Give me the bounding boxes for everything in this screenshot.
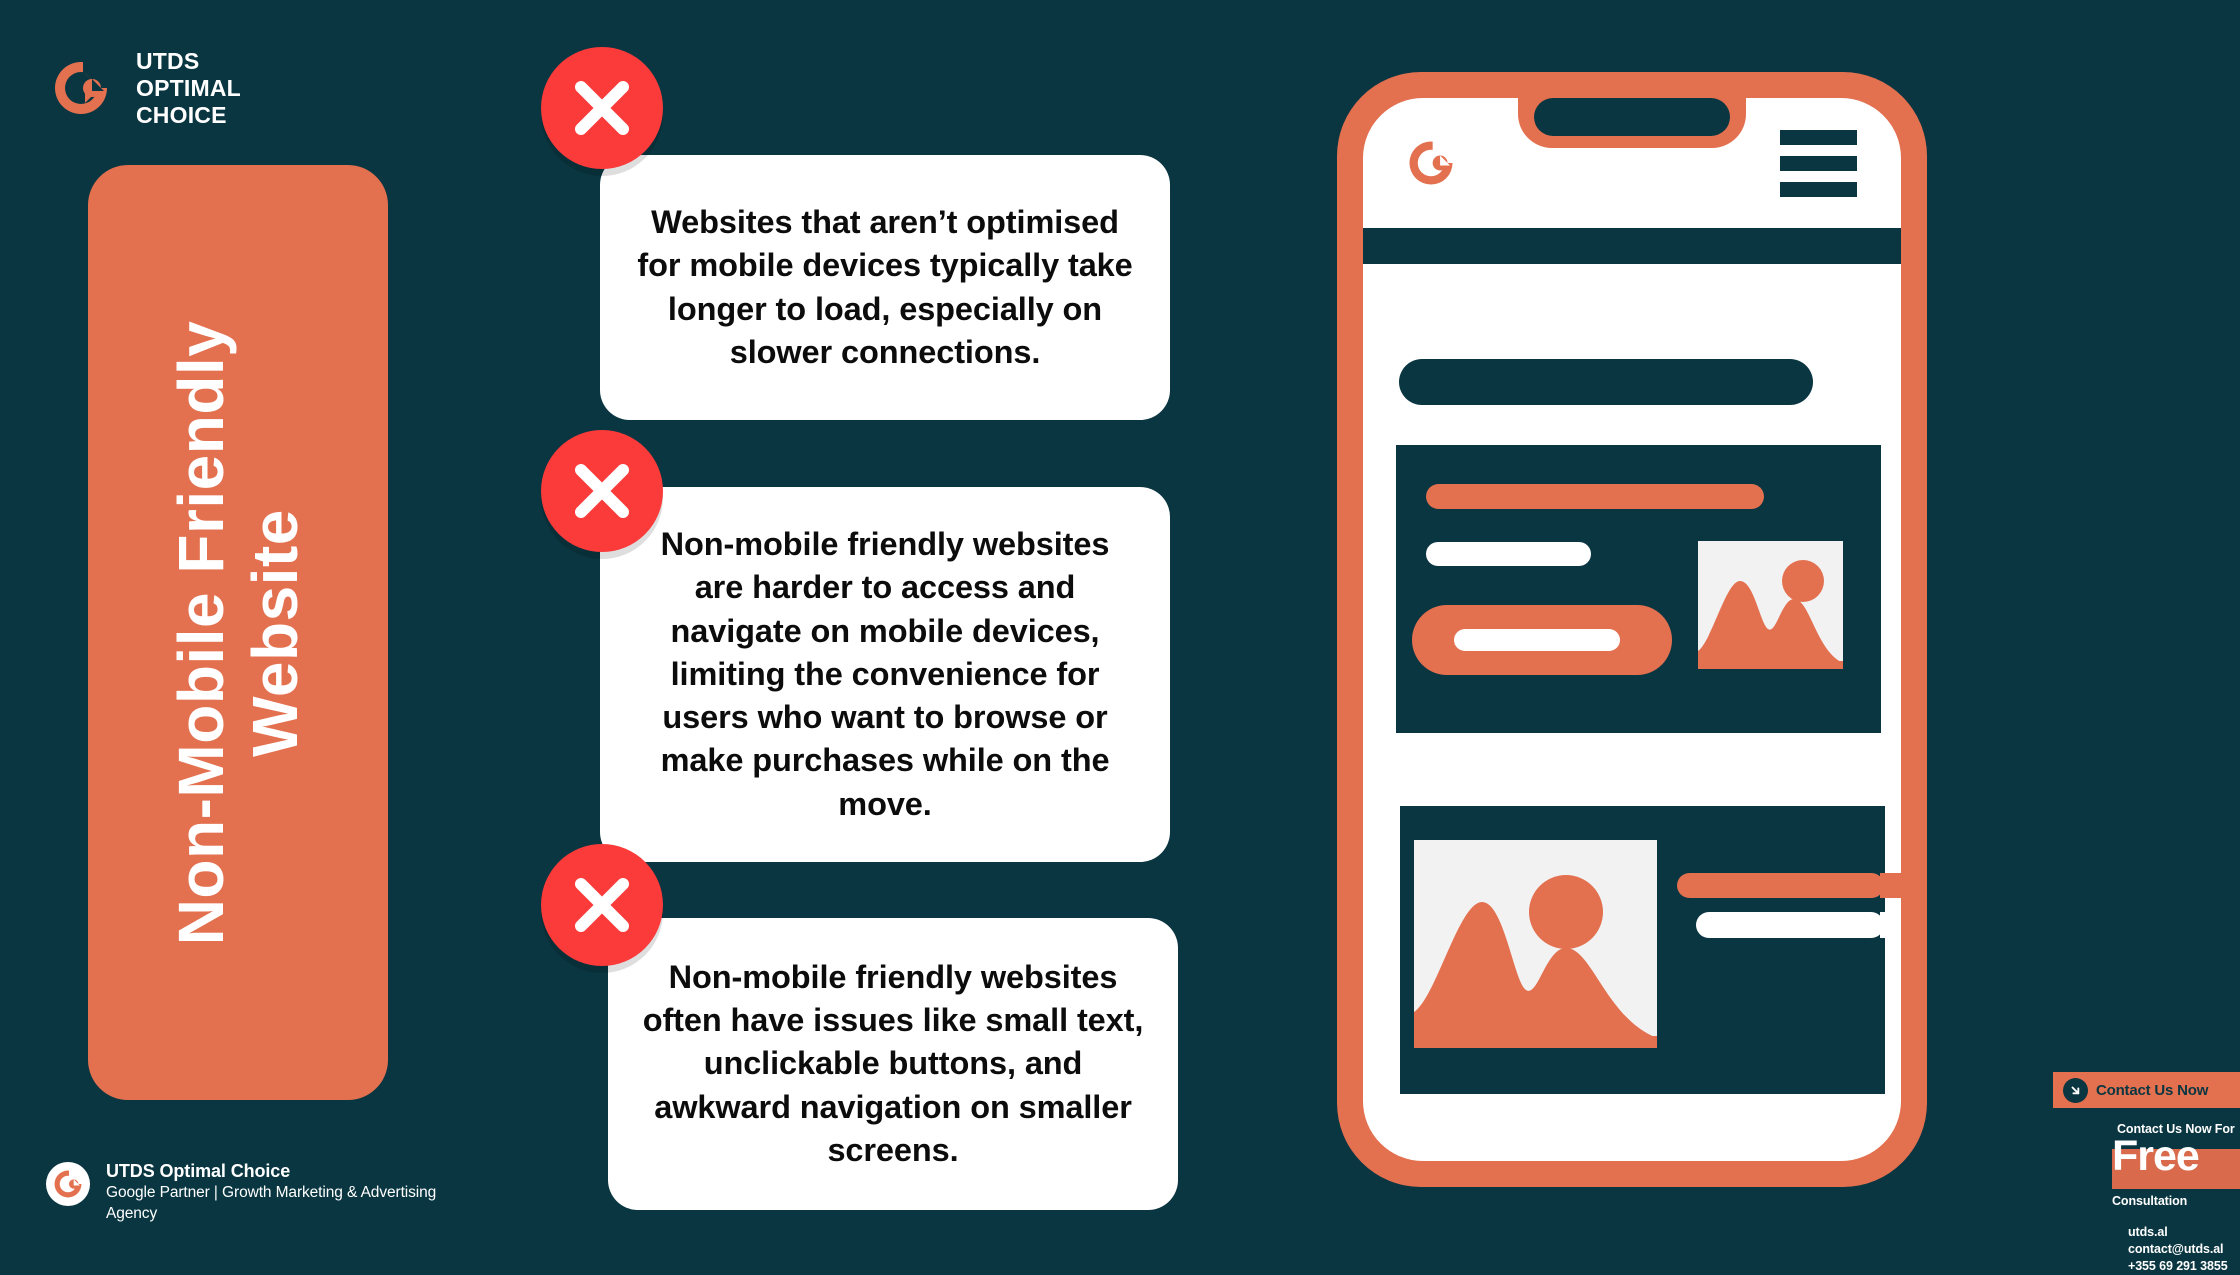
cta-button-label: Contact Us Now <box>2096 1081 2209 1099</box>
callout-text: Non-mobile friendly websites are harder … <box>660 526 1110 822</box>
phone-notch <box>1518 98 1746 148</box>
callout-text: Non-mobile friendly websites often have … <box>642 958 1144 1168</box>
phone-content <box>1363 264 1901 1161</box>
card-subtitle-placeholder <box>1426 542 1591 566</box>
card-title-overflow-bar <box>1880 873 1901 898</box>
card-subtitle-overflow-bar <box>1880 912 1901 938</box>
cta-free-wrap: Free <box>2112 1132 2240 1189</box>
phone-screen <box>1363 98 1901 1161</box>
brand-name: UTDS OPTIMAL CHOICE <box>136 48 241 128</box>
hamburger-line <box>1780 129 1857 145</box>
contact-us-now-button[interactable]: Contact Us Now <box>2053 1072 2240 1108</box>
vertical-title-panel: Non-Mobile Friendly Website <box>88 165 388 1100</box>
footer-lockup: UTDS Optimal Choice Google Partner | Gro… <box>46 1160 446 1225</box>
callout-bubble: Websites that aren’t optimised for mobil… <box>600 155 1170 420</box>
utds-c-logo-icon <box>52 59 110 117</box>
content-card[interactable] <box>1396 445 1881 733</box>
utds-c-logo-icon <box>1407 139 1455 187</box>
page-title: Non-Mobile Friendly Website <box>164 320 311 945</box>
card-cta-button[interactable] <box>1412 605 1672 675</box>
hamburger-menu-icon[interactable] <box>1780 129 1857 197</box>
image-placeholder-icon <box>1698 541 1843 669</box>
phone-nav-bar <box>1363 228 1901 264</box>
hamburger-line <box>1780 155 1857 171</box>
card-title-placeholder <box>1426 484 1764 509</box>
content-card[interactable] <box>1400 806 1885 1094</box>
image-placeholder-icon <box>1414 840 1657 1048</box>
card-cta-label-placeholder <box>1454 629 1620 651</box>
cta-contact-details[interactable]: utds.al contact@utds.al +355 69 291 3855 <box>2128 1224 2228 1275</box>
callout-text: Websites that aren’t optimised for mobil… <box>637 204 1133 370</box>
arrow-down-right-icon <box>2063 1077 2088 1103</box>
footer-tagline: Google Partner | Growth Marketing & Adve… <box>106 1184 437 1223</box>
red-x-circle-icon <box>541 844 663 966</box>
footer-text: UTDS Optimal Choice Google Partner | Gro… <box>106 1160 446 1225</box>
footer-company-name: UTDS Optimal Choice <box>106 1161 291 1181</box>
callout-bubble: Non-mobile friendly websites often have … <box>608 918 1178 1210</box>
vertical-title-wrap: Non-Mobile Friendly Website <box>164 168 312 1098</box>
card-title-placeholder <box>1677 873 1884 898</box>
cta-highlight-word: Free <box>2112 1132 2200 1180</box>
hero-placeholder-bar <box>1399 359 1813 405</box>
utds-c-logo-icon <box>46 1162 90 1206</box>
red-x-circle-icon <box>541 47 663 169</box>
phone-mockup <box>1337 72 1927 1187</box>
brand-lockup: UTDS OPTIMAL CHOICE <box>52 48 241 129</box>
cta-line-2: Consultation <box>2112 1194 2188 1208</box>
red-x-circle-icon <box>541 430 663 552</box>
phone-notch-speaker <box>1534 98 1730 136</box>
callout-bubble: Non-mobile friendly websites are harder … <box>600 487 1170 862</box>
hamburger-line <box>1780 181 1857 197</box>
card-subtitle-placeholder <box>1696 912 1884 938</box>
